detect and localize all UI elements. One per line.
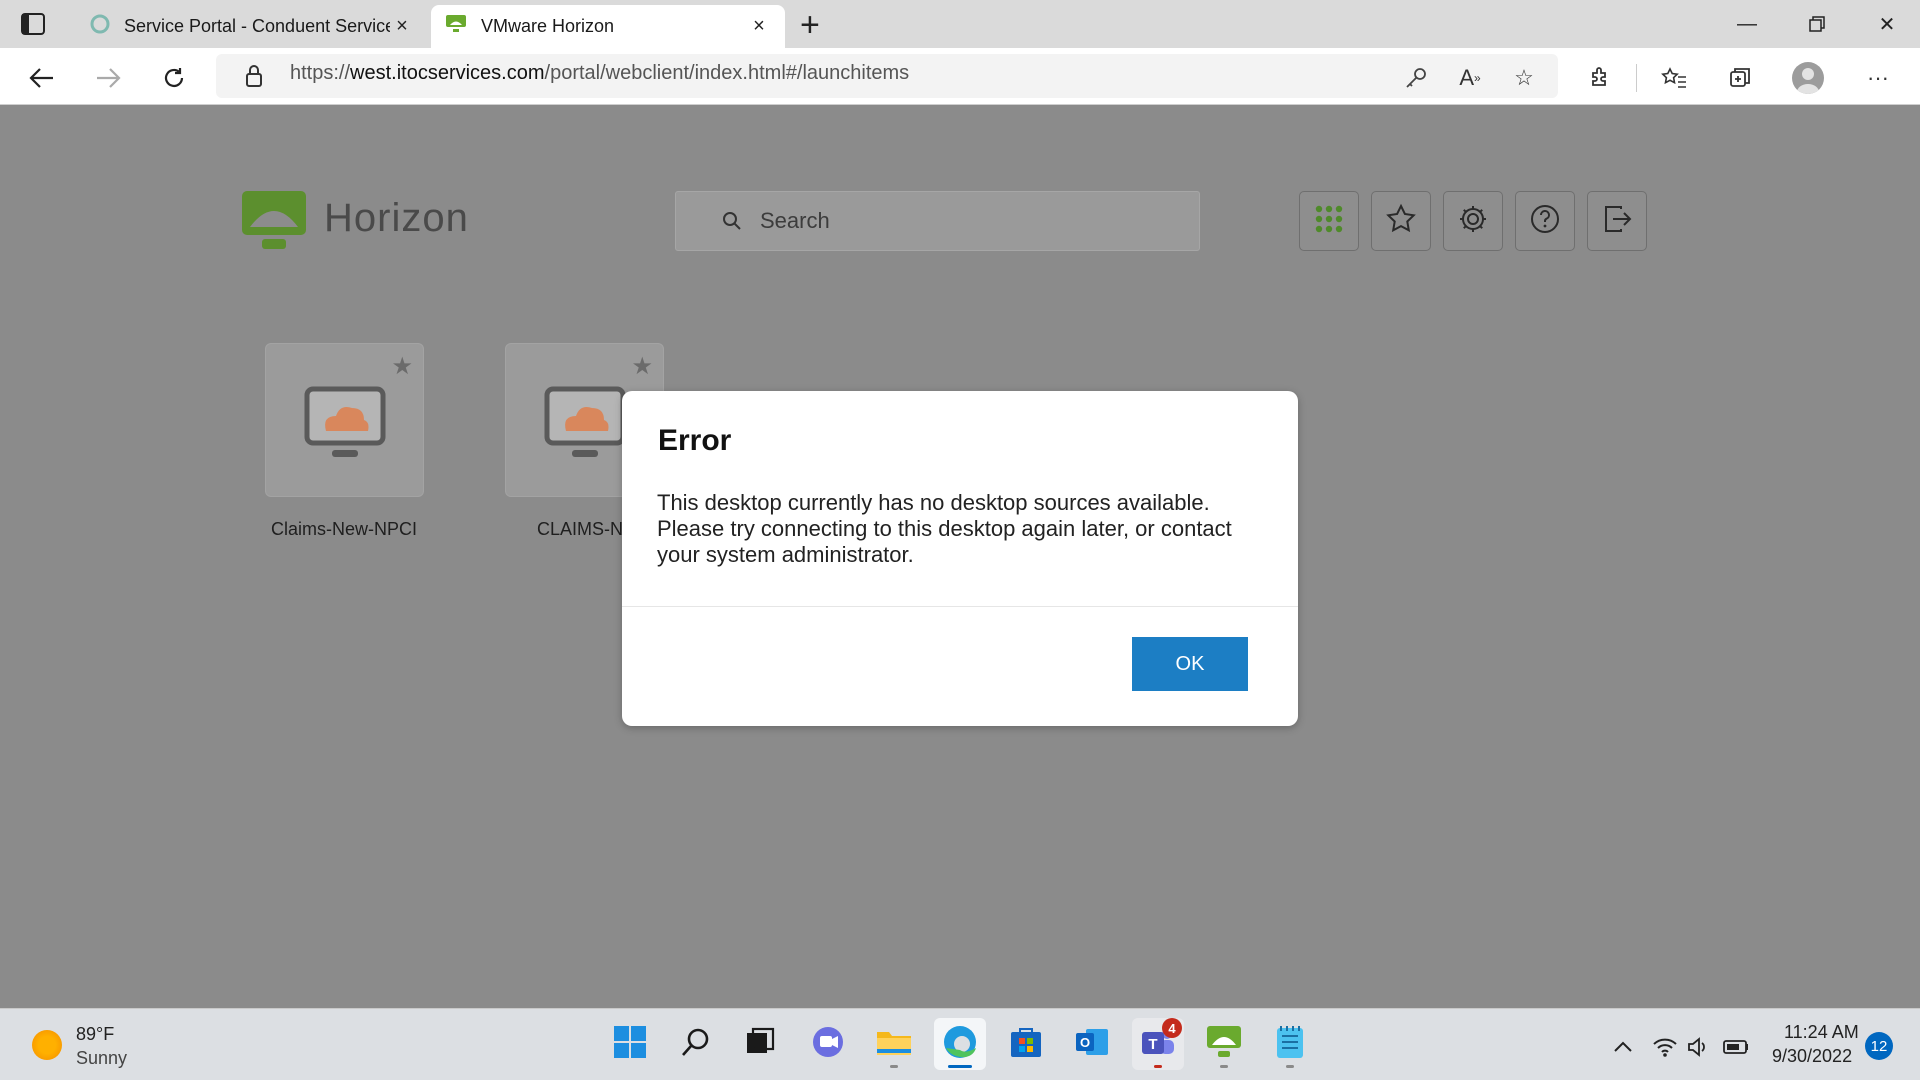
minimize-icon[interactable]: — — [1712, 0, 1782, 48]
running-indicator — [1286, 1065, 1294, 1068]
edge-app[interactable] — [934, 1018, 986, 1070]
horizon-logo-text: Horizon — [324, 196, 469, 240]
horizon-client-app[interactable] — [1198, 1018, 1250, 1070]
edge-icon — [942, 1024, 978, 1065]
horizon-logo-icon — [242, 191, 306, 256]
extensions-icon[interactable] — [1582, 60, 1618, 96]
url-host: west.itocservices.com — [350, 62, 545, 84]
lock-icon[interactable] — [244, 64, 264, 93]
new-tab-button[interactable]: + — [800, 6, 820, 45]
running-indicator — [1220, 1065, 1228, 1068]
read-aloud-icon[interactable]: A» — [1452, 60, 1488, 96]
close-window-icon[interactable]: ✕ — [1852, 0, 1920, 48]
desktop-label: Claims-New-NPCI — [270, 519, 417, 539]
sun-weather-icon[interactable] — [32, 1030, 62, 1060]
chat-app[interactable] — [802, 1018, 854, 1070]
tab-actions-icon[interactable] — [20, 12, 50, 38]
horizon-tab-icon — [445, 14, 467, 39]
search-input[interactable]: Search — [675, 191, 1200, 251]
store-app[interactable] — [1000, 1018, 1052, 1070]
weather-condition[interactable]: Sunny — [76, 1048, 127, 1069]
close-tab-icon[interactable]: × — [747, 15, 771, 38]
ok-button[interactable]: OK — [1132, 637, 1248, 691]
horizon-icon — [1206, 1025, 1242, 1064]
search-icon — [680, 1026, 712, 1063]
running-indicator — [1154, 1065, 1162, 1068]
running-indicator — [890, 1065, 898, 1068]
search-placeholder: Search — [760, 208, 830, 233]
restore-icon[interactable] — [1782, 0, 1852, 48]
active-indicator — [948, 1065, 972, 1068]
tab-service-portal[interactable]: Service Portal - Conduent Service × — [76, 5, 428, 48]
url-text[interactable]: https://west.itocservices.com/portal/web… — [290, 62, 909, 85]
add-favorite-icon[interactable]: ☆ — [1506, 60, 1542, 96]
close-tab-icon[interactable]: × — [390, 15, 414, 38]
volume-icon[interactable] — [1686, 1036, 1710, 1064]
notepad-icon — [1275, 1024, 1305, 1065]
favorites-bar-icon[interactable] — [1656, 60, 1692, 96]
desktop-icon — [544, 386, 626, 467]
favorite-star-icon[interactable]: ★ — [391, 352, 413, 381]
windows-logo-icon — [613, 1025, 647, 1064]
clock-date[interactable]: 9/30/2022 — [1772, 1046, 1852, 1067]
teams-badge: 4 — [1162, 1018, 1182, 1038]
back-icon[interactable] — [22, 58, 62, 98]
outlook-icon: O — [1074, 1025, 1110, 1064]
tab-title: Service Portal - Conduent Service — [124, 16, 390, 36]
url-scheme: https:// — [290, 62, 351, 84]
apps-grid-button[interactable] — [1299, 191, 1359, 251]
battery-icon[interactable] — [1722, 1036, 1750, 1064]
tab-vmware-horizon[interactable]: VMware Horizon × — [431, 5, 785, 48]
outlook-app[interactable]: O — [1066, 1018, 1118, 1070]
chat-icon — [811, 1025, 845, 1064]
svg-text:T: T — [1148, 1036, 1157, 1053]
show-hidden-icons-chevron-up-icon[interactable] — [1612, 1036, 1634, 1064]
dialog-title: Error — [658, 424, 732, 457]
star-icon — [1385, 203, 1417, 240]
refresh-icon[interactable] — [154, 58, 194, 98]
help-icon — [1529, 203, 1561, 240]
key-icon[interactable] — [1398, 60, 1434, 96]
file-explorer-app[interactable] — [868, 1018, 920, 1070]
tab-title: VMware Horizon — [481, 16, 615, 36]
wifi-icon[interactable] — [1652, 1036, 1678, 1064]
help-button[interactable] — [1515, 191, 1575, 251]
logout-button[interactable] — [1587, 191, 1647, 251]
desktop-card[interactable]: ★ — [265, 343, 424, 497]
dialog-divider — [622, 606, 1298, 607]
desktop-icon — [304, 386, 386, 467]
logout-icon — [1601, 203, 1633, 240]
dialog-message: This desktop currently has no desktop so… — [657, 490, 1232, 567]
notepad-app[interactable] — [1264, 1018, 1316, 1070]
notification-badge[interactable]: 12 — [1865, 1032, 1893, 1060]
apps-grid-icon — [1313, 203, 1345, 240]
collections-icon[interactable] — [1722, 60, 1758, 96]
settings-button[interactable] — [1443, 191, 1503, 251]
toolbar-divider — [1636, 64, 1637, 92]
more-menu-icon[interactable]: ··· — [1860, 60, 1896, 96]
favorite-star-icon[interactable]: ★ — [631, 352, 653, 381]
start-button[interactable] — [604, 1018, 656, 1070]
task-view-button[interactable] — [734, 1018, 786, 1070]
url-path: /portal/webclient/index.html#/launchitem… — [544, 62, 910, 84]
task-view-icon — [745, 1027, 775, 1062]
profile-avatar[interactable] — [1792, 62, 1824, 94]
taskbar-search[interactable] — [670, 1018, 722, 1070]
folder-icon — [876, 1027, 912, 1062]
forward-icon[interactable] — [88, 58, 128, 98]
conduent-icon — [90, 14, 110, 39]
store-icon — [1009, 1025, 1043, 1064]
teams-app[interactable]: T 4 — [1132, 1018, 1184, 1070]
svg-text:O: O — [1080, 1035, 1090, 1050]
favorites-button[interactable] — [1371, 191, 1431, 251]
clock-time[interactable]: 11:24 AM — [1784, 1022, 1859, 1043]
search-icon — [720, 209, 744, 239]
weather-temperature[interactable]: 89°F — [76, 1024, 114, 1045]
gear-icon — [1457, 203, 1489, 240]
